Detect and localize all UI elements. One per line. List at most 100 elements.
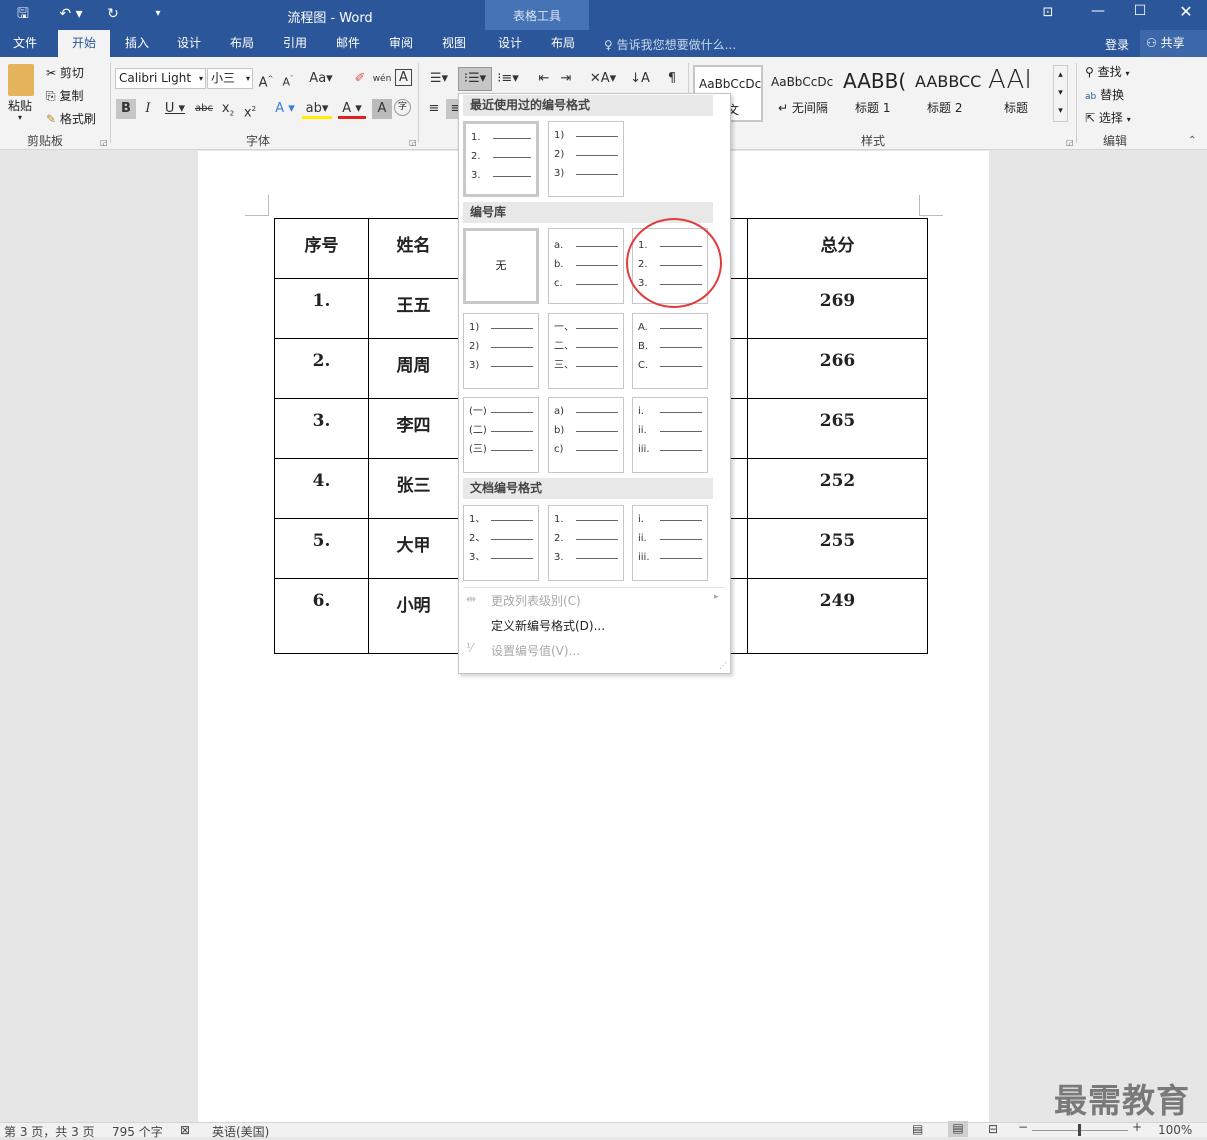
format-painter-button[interactable]: ✎ 格式刷 bbox=[46, 110, 96, 127]
subscript-icon[interactable]: x2 bbox=[218, 99, 238, 119]
bullets-icon[interactable]: ☰▾ bbox=[424, 69, 454, 89]
page-count[interactable]: 第 3 页，共 3 页 bbox=[4, 1123, 95, 1140]
numbering-option-library[interactable]: (一) (二) (三) bbox=[463, 397, 539, 473]
header-cell[interactable]: 序号 bbox=[274, 218, 369, 279]
login-link[interactable]: 登录 bbox=[1105, 36, 1129, 53]
numbering-option-library[interactable]: 1) 2) 3) bbox=[463, 313, 539, 389]
clear-formatting-icon[interactable]: ✐ bbox=[350, 69, 370, 89]
score-cell[interactable]: 252 bbox=[747, 458, 928, 519]
dialog-launcher-icon[interactable]: ◲ bbox=[1066, 138, 1074, 147]
redo-icon[interactable]: ↻ bbox=[102, 4, 124, 24]
maximize-icon[interactable]: ☐ bbox=[1130, 3, 1150, 19]
score-cell[interactable]: 255 bbox=[747, 518, 928, 579]
find-button[interactable]: ⚲ 查找 ▾ bbox=[1085, 63, 1129, 80]
numbering-option-library[interactable]: a. b. c. bbox=[548, 228, 624, 304]
font-color-icon[interactable]: A ▾ bbox=[338, 99, 366, 119]
number-cell[interactable]: 1. bbox=[274, 278, 369, 339]
char-shading-icon[interactable]: A bbox=[372, 99, 392, 119]
italic-icon[interactable]: I bbox=[138, 99, 158, 119]
shrink-font-icon[interactable]: Aˇ bbox=[278, 69, 298, 89]
tab-table-layout[interactable]: 布局 bbox=[540, 30, 586, 57]
dialog-launcher-icon[interactable]: ◲ bbox=[100, 138, 108, 147]
score-cell[interactable]: 249 bbox=[747, 578, 928, 654]
multilevel-list-icon[interactable]: ⁝≡▾ bbox=[494, 69, 522, 89]
customize-qat-icon[interactable]: ▾ bbox=[148, 4, 168, 24]
score-cell[interactable]: 269 bbox=[747, 278, 928, 339]
number-cell[interactable]: 5. bbox=[274, 518, 369, 579]
style-heading1[interactable]: AABB( 标题 1 bbox=[838, 65, 908, 122]
numbering-option-library[interactable]: i. ii. iii. bbox=[632, 397, 708, 473]
number-cell[interactable]: 6. bbox=[274, 578, 369, 654]
change-case-icon[interactable]: Aa▾ bbox=[306, 69, 336, 89]
score-cell[interactable]: 266 bbox=[747, 338, 928, 399]
minimize-icon[interactable]: — bbox=[1088, 3, 1108, 19]
collapse-ribbon-icon[interactable]: ⌃ bbox=[1188, 135, 1196, 146]
number-cell[interactable]: 2. bbox=[274, 338, 369, 399]
language-indicator[interactable]: 英语(美国) bbox=[212, 1123, 269, 1140]
define-new-format-item[interactable]: 定义新编号格式(D)... bbox=[491, 617, 605, 634]
name-cell[interactable]: 李四 bbox=[368, 398, 459, 459]
copy-button[interactable]: ⎘ 复制 bbox=[46, 87, 83, 104]
decrease-indent-icon[interactable]: ⇤ bbox=[534, 69, 554, 89]
number-cell[interactable]: 4. bbox=[274, 458, 369, 519]
numbering-icon[interactable]: ⁝☰▾ bbox=[458, 67, 492, 91]
web-layout-icon[interactable]: ⊟ bbox=[988, 1122, 998, 1136]
grow-font-icon[interactable]: A^ bbox=[256, 69, 276, 90]
style-heading2[interactable]: AABBCC 标题 2 bbox=[910, 65, 981, 122]
styles-scroll[interactable]: ▴ ▾ ▾ bbox=[1053, 65, 1068, 122]
superscript-icon[interactable]: x2 bbox=[240, 99, 260, 120]
align-left-icon[interactable]: ≡ bbox=[424, 99, 444, 119]
sort-icon[interactable]: ↓A bbox=[630, 69, 650, 89]
header-cell[interactable]: 姓名 bbox=[368, 218, 459, 279]
style-title[interactable]: AAI 标题 bbox=[982, 65, 1052, 122]
font-name-combo[interactable]: Calibri Light ▾ bbox=[115, 68, 206, 89]
paste-button[interactable]: 粘贴 bbox=[8, 97, 32, 114]
numbering-option-recent[interactable]: 1) 2) 3) bbox=[548, 121, 624, 197]
name-cell[interactable]: 张三 bbox=[368, 458, 459, 519]
text-effects-icon[interactable]: A ▾ bbox=[270, 99, 300, 119]
increase-indent-icon[interactable]: ⇥ bbox=[556, 69, 576, 89]
show-marks-icon[interactable]: ¶ bbox=[662, 69, 682, 89]
strikethrough-icon[interactable]: abc bbox=[194, 99, 214, 119]
read-mode-icon[interactable]: ▤ bbox=[912, 1122, 923, 1136]
tab-references[interactable]: 引用 bbox=[272, 30, 318, 57]
zoom-level[interactable]: 100% bbox=[1158, 1123, 1192, 1137]
numbering-option-recent[interactable]: 1. 2. 3. bbox=[463, 121, 539, 197]
zoom-slider-thumb[interactable] bbox=[1078, 1124, 1081, 1136]
tab-review[interactable]: 审阅 bbox=[378, 30, 424, 57]
enclose-char-icon[interactable]: 字 bbox=[394, 99, 411, 116]
paste-icon[interactable] bbox=[8, 64, 34, 96]
paste-dropdown-icon[interactable]: ▾ bbox=[18, 113, 22, 122]
bold-icon[interactable]: B bbox=[116, 99, 136, 119]
word-count[interactable]: 795 个字 bbox=[112, 1123, 163, 1140]
tab-design[interactable]: 设计 bbox=[166, 30, 212, 57]
numbering-option-library[interactable]: 一、 二、 三、 bbox=[548, 313, 624, 389]
save-icon[interactable]: 🖫 bbox=[12, 4, 34, 24]
highlight-icon[interactable]: ab▾ bbox=[302, 99, 332, 119]
numbering-option-library[interactable]: a) b) c) bbox=[548, 397, 624, 473]
tab-home[interactable]: 开始 bbox=[58, 30, 110, 57]
proofing-icon[interactable]: ⊠ bbox=[180, 1123, 190, 1137]
phonetic-guide-icon[interactable]: wén bbox=[372, 69, 392, 89]
share-button[interactable]: ⚇ 共享 bbox=[1140, 30, 1207, 57]
tab-table-design[interactable]: 设计 bbox=[487, 30, 533, 57]
ribbon-display-icon[interactable]: ⊡ bbox=[1038, 5, 1058, 20]
tab-layout[interactable]: 布局 bbox=[219, 30, 265, 57]
print-layout-icon[interactable]: ▤ bbox=[948, 1121, 968, 1137]
numbering-option-document[interactable]: i. ii. iii. bbox=[632, 505, 708, 581]
dialog-launcher-icon[interactable]: ◲ bbox=[409, 138, 417, 147]
zoom-in-icon[interactable]: + bbox=[1132, 1120, 1142, 1134]
set-numbering-value-item[interactable]: 设置编号值(V)... bbox=[491, 642, 580, 659]
chinese-layout-icon[interactable]: ✕A▾ bbox=[588, 69, 618, 89]
tab-file[interactable]: 文件 bbox=[0, 30, 50, 57]
font-size-combo[interactable]: 小三 ▾ bbox=[207, 68, 253, 89]
name-cell[interactable]: 小明 bbox=[368, 578, 459, 654]
numbering-option-none[interactable]: 无 bbox=[463, 228, 539, 304]
cut-button[interactable]: ✂ 剪切 bbox=[46, 64, 84, 81]
tell-me-box[interactable]: ♀ 告诉我您想要做什么... bbox=[604, 36, 736, 53]
numbering-option-document[interactable]: 1. 2. 3. bbox=[548, 505, 624, 581]
zoom-out-icon[interactable]: − bbox=[1018, 1120, 1028, 1134]
header-cell[interactable]: 总分 bbox=[747, 218, 928, 279]
numbering-option-library[interactable]: A. B. C. bbox=[632, 313, 708, 389]
tab-view[interactable]: 视图 bbox=[431, 30, 477, 57]
